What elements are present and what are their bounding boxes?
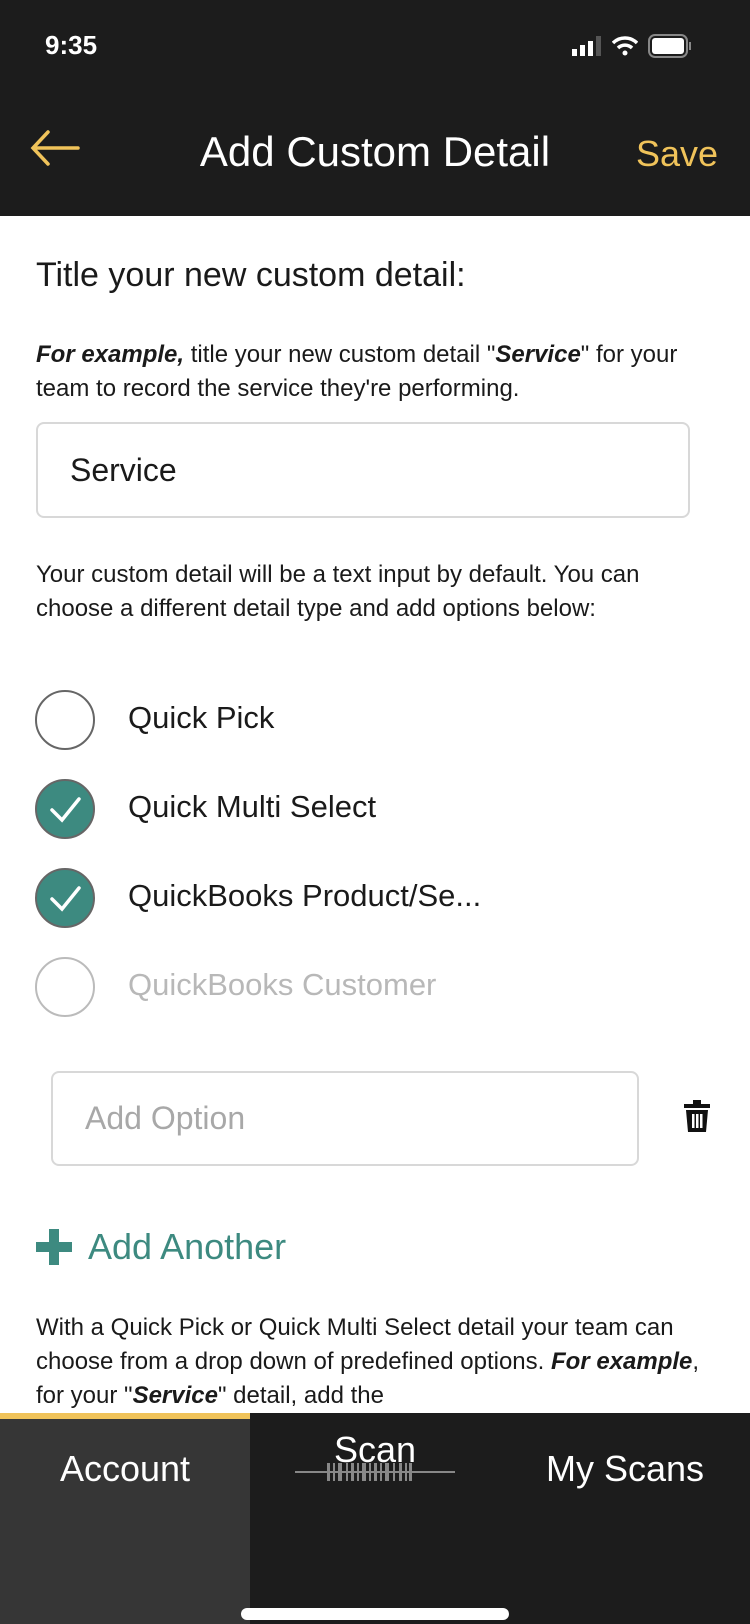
checkmark-icon [50, 797, 81, 823]
title-input[interactable]: Service [36, 422, 690, 518]
footer-help-text: With a Quick Pick or Quick Multi Select … [36, 1311, 716, 1413]
plus-icon [36, 1229, 72, 1265]
example-text: For example, title your new custom detai… [36, 338, 716, 406]
type-checkbox[interactable] [35, 690, 95, 750]
app-header: 9:35 Add Custom Detail Save [0, 0, 750, 216]
checkmark-icon [50, 886, 81, 912]
save-button[interactable]: Save [636, 133, 718, 175]
battery-icon [648, 34, 691, 58]
type-checkbox[interactable] [35, 779, 95, 839]
type-label: Quick Pick [128, 700, 275, 735]
tab-bar: Account Scan My Scans [0, 1413, 750, 1624]
add-another-button[interactable]: Add Another [36, 1226, 286, 1268]
footer-service: Service [132, 1382, 218, 1409]
footer-part: " detail, add the [217, 1382, 384, 1409]
type-label: QuickBooks Customer [128, 967, 437, 1002]
tab-my-scans[interactable]: My Scans [500, 1413, 750, 1533]
footer-bold: For example [551, 1348, 693, 1375]
status-time: 9:35 [45, 30, 98, 60]
signal-icon [572, 36, 601, 56]
home-indicator [241, 1608, 509, 1620]
type-checkbox[interactable] [35, 868, 95, 928]
delete-option-button[interactable] [684, 1100, 710, 1137]
example-service: Service [495, 341, 581, 368]
add-option-input[interactable]: Add Option [51, 1071, 639, 1166]
status-icons [572, 34, 692, 58]
section-heading: Title your new custom detail: [36, 256, 466, 294]
type-help-text: Your custom detail will be a text input … [36, 561, 640, 622]
type-checkbox [35, 957, 95, 1017]
barcode-icon [295, 1463, 455, 1481]
type-label: Quick Multi Select [128, 789, 377, 824]
tab-account-label: Account [59, 1448, 191, 1489]
wifi-icon [612, 36, 638, 56]
tab-scan[interactable]: Scan [250, 1413, 500, 1533]
add-another-label: Add Another [88, 1226, 287, 1267]
tab-my-scans-label: My Scans [545, 1448, 705, 1489]
type-label: QuickBooks Product/Se... [128, 878, 482, 913]
example-part: title your new custom detail " [184, 341, 496, 368]
example-bold: For example, [36, 341, 185, 368]
tab-account[interactable]: Account [0, 1413, 250, 1624]
trash-icon [684, 1100, 710, 1132]
